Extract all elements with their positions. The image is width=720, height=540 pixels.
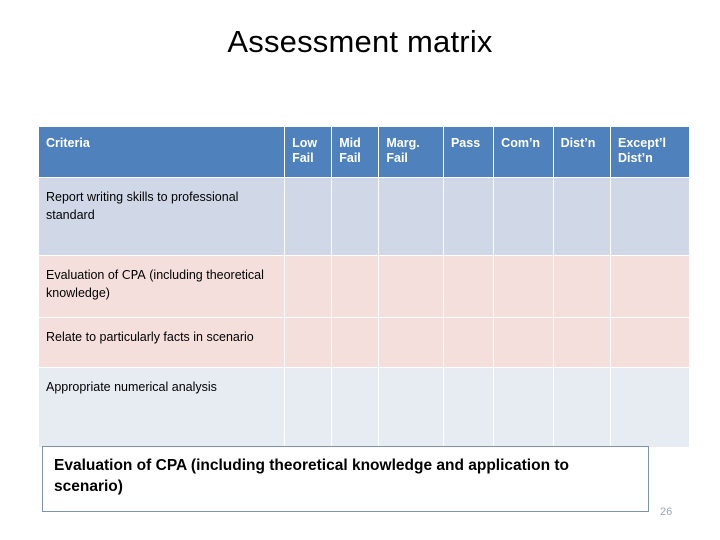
score-cell-low-fail[interactable] bbox=[285, 368, 332, 447]
column-header-exceptional-distinction: Except’l Dist’n bbox=[611, 127, 689, 177]
callout-text: Evaluation of CPA (including theoretical… bbox=[54, 457, 569, 495]
table-row: Relate to particularly facts in scenario bbox=[39, 318, 689, 367]
score-cell-pass[interactable] bbox=[443, 256, 494, 317]
page-number: 26 bbox=[660, 506, 673, 518]
score-cell-low-fail[interactable] bbox=[285, 256, 332, 317]
column-header-commendation-label: Com’n bbox=[501, 136, 541, 150]
table-header-row: Criteria Low Fail Mid Fail Marg. Fail Pa… bbox=[39, 127, 689, 177]
criteria-cell: Evaluation of CPA (including theoretical… bbox=[39, 256, 285, 317]
score-cell-pass[interactable] bbox=[443, 318, 494, 367]
column-header-distinction-label: Dist’n bbox=[560, 136, 596, 150]
score-cell-marg-fail[interactable] bbox=[379, 256, 443, 317]
score-cell-commendation[interactable] bbox=[494, 318, 553, 367]
column-header-marg-fail-line1: Marg. bbox=[386, 136, 420, 150]
page-title: Assessment matrix bbox=[227, 24, 493, 59]
score-cell-distinction[interactable] bbox=[553, 178, 611, 255]
score-cell-distinction[interactable] bbox=[553, 256, 611, 317]
score-cell-exceptional-distinction[interactable] bbox=[611, 256, 689, 317]
score-cell-mid-fail[interactable] bbox=[332, 368, 379, 447]
criteria-text-prefix: Evaluation of bbox=[46, 268, 122, 282]
column-header-mid-fail: Mid Fail bbox=[332, 127, 379, 177]
column-header-marg-fail-line2: Fail bbox=[386, 151, 408, 165]
score-cell-distinction[interactable] bbox=[553, 318, 611, 367]
score-cell-pass[interactable] bbox=[443, 368, 494, 447]
score-cell-low-fail[interactable] bbox=[285, 178, 332, 255]
column-header-low-fail-line2: Fail bbox=[292, 151, 314, 165]
column-header-distinction: Dist’n bbox=[553, 127, 611, 177]
score-cell-mid-fail[interactable] bbox=[332, 318, 379, 367]
table-row: Appropriate numerical analysis bbox=[39, 368, 689, 447]
score-cell-exceptional-distinction[interactable] bbox=[611, 318, 689, 367]
column-header-low-fail-line1: Low bbox=[292, 136, 318, 150]
column-header-exceptional-distinction-line2: Dist’n bbox=[618, 151, 653, 165]
column-header-mid-fail-line2: Fail bbox=[339, 151, 361, 165]
column-header-exceptional-distinction-line1: Except’l bbox=[618, 136, 666, 150]
callout-box: Evaluation of CPA (including theoretical… bbox=[42, 446, 649, 512]
score-cell-commendation[interactable] bbox=[494, 178, 553, 255]
score-cell-marg-fail[interactable] bbox=[379, 318, 443, 367]
score-cell-exceptional-distinction[interactable] bbox=[611, 368, 689, 447]
column-header-pass-label: Pass bbox=[450, 136, 481, 150]
score-cell-commendation[interactable] bbox=[494, 368, 553, 447]
assessment-matrix-table: Criteria Low Fail Mid Fail Marg. Fail Pa… bbox=[38, 126, 690, 448]
criteria-cell: Appropriate numerical analysis bbox=[39, 368, 285, 447]
score-cell-marg-fail[interactable] bbox=[379, 178, 443, 255]
column-header-criteria: Criteria bbox=[39, 127, 285, 177]
column-header-low-fail: Low Fail bbox=[285, 127, 332, 177]
score-cell-marg-fail[interactable] bbox=[379, 368, 443, 447]
criteria-cell: Report writing skills to professional st… bbox=[39, 178, 285, 255]
score-cell-low-fail[interactable] bbox=[285, 318, 332, 367]
table-row: Evaluation of CPA (including theoretical… bbox=[39, 256, 689, 317]
score-cell-exceptional-distinction[interactable] bbox=[611, 178, 689, 255]
column-header-commendation: Com’n bbox=[494, 127, 553, 177]
criteria-text-cpa: CPA bbox=[121, 267, 146, 282]
column-header-pass: Pass bbox=[443, 127, 494, 177]
column-header-mid-fail-line1: Mid bbox=[339, 136, 361, 150]
column-header-marg-fail: Marg. Fail bbox=[379, 127, 443, 177]
score-cell-commendation[interactable] bbox=[494, 256, 553, 317]
column-header-criteria-label: Criteria bbox=[46, 136, 90, 150]
score-cell-mid-fail[interactable] bbox=[332, 178, 379, 255]
criteria-cell: Relate to particularly facts in scenario bbox=[39, 318, 285, 367]
score-cell-distinction[interactable] bbox=[553, 368, 611, 447]
score-cell-pass[interactable] bbox=[443, 178, 494, 255]
slide-canvas: Assessment matrix Criteria Low Fail Mid … bbox=[0, 0, 720, 540]
table-row: Report writing skills to professional st… bbox=[39, 178, 689, 255]
score-cell-mid-fail[interactable] bbox=[332, 256, 379, 317]
